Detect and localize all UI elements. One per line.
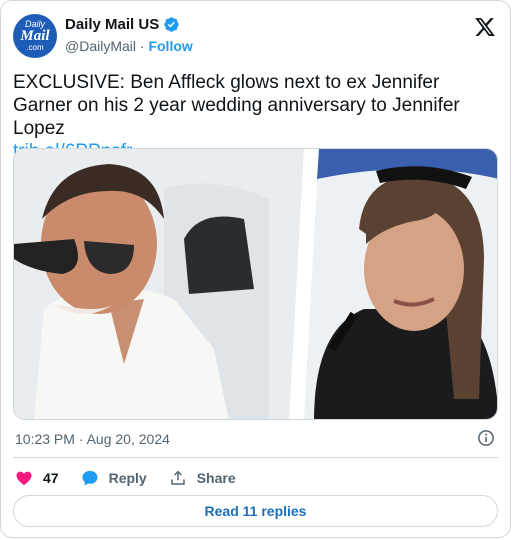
heart-icon (16, 471, 32, 486)
tweet-timestamp[interactable]: 10:23 PM · Aug 20, 2024 (15, 431, 170, 447)
photo-collage (14, 149, 497, 419)
name-row: Daily Mail US (65, 16, 180, 33)
info-icon[interactable] (477, 429, 495, 447)
tweet-header: Daily Mail .com Daily Mail US @DailyMail… (13, 14, 498, 58)
avatar[interactable]: Daily Mail .com (13, 14, 57, 58)
separator-dot: · (139, 38, 145, 54)
share-icon (170, 470, 185, 485)
follow-button[interactable]: Follow (148, 38, 192, 54)
like-button[interactable]: 47 (15, 469, 59, 487)
reply-bubble-icon (82, 470, 98, 486)
reply-label: Reply (108, 470, 147, 486)
tweet-embed-card: Daily Mail .com Daily Mail US @DailyMail… (0, 0, 511, 538)
verified-badge-icon (164, 17, 179, 32)
tweet-body: EXCLUSIVE: Ben Affleck glows next to ex … (13, 72, 460, 139)
share-button[interactable]: Share (169, 469, 236, 487)
likes-count: 47 (43, 470, 59, 486)
read-replies-button[interactable]: Read 11 replies (13, 495, 498, 527)
divider (13, 457, 498, 458)
tweet-photo[interactable] (13, 148, 498, 420)
handle-row: @DailyMail · Follow (65, 38, 193, 54)
action-bar: 47 Reply Share (15, 467, 258, 489)
handle[interactable]: @DailyMail (65, 38, 136, 54)
reply-button[interactable]: Reply (81, 469, 147, 487)
plane-window (184, 216, 254, 294)
share-label: Share (196, 470, 236, 486)
x-logo-icon[interactable] (474, 16, 496, 38)
avatar-line-3: .com (26, 43, 44, 52)
avatar-line-2: Mail (20, 28, 50, 44)
display-name[interactable]: Daily Mail US (65, 16, 159, 33)
